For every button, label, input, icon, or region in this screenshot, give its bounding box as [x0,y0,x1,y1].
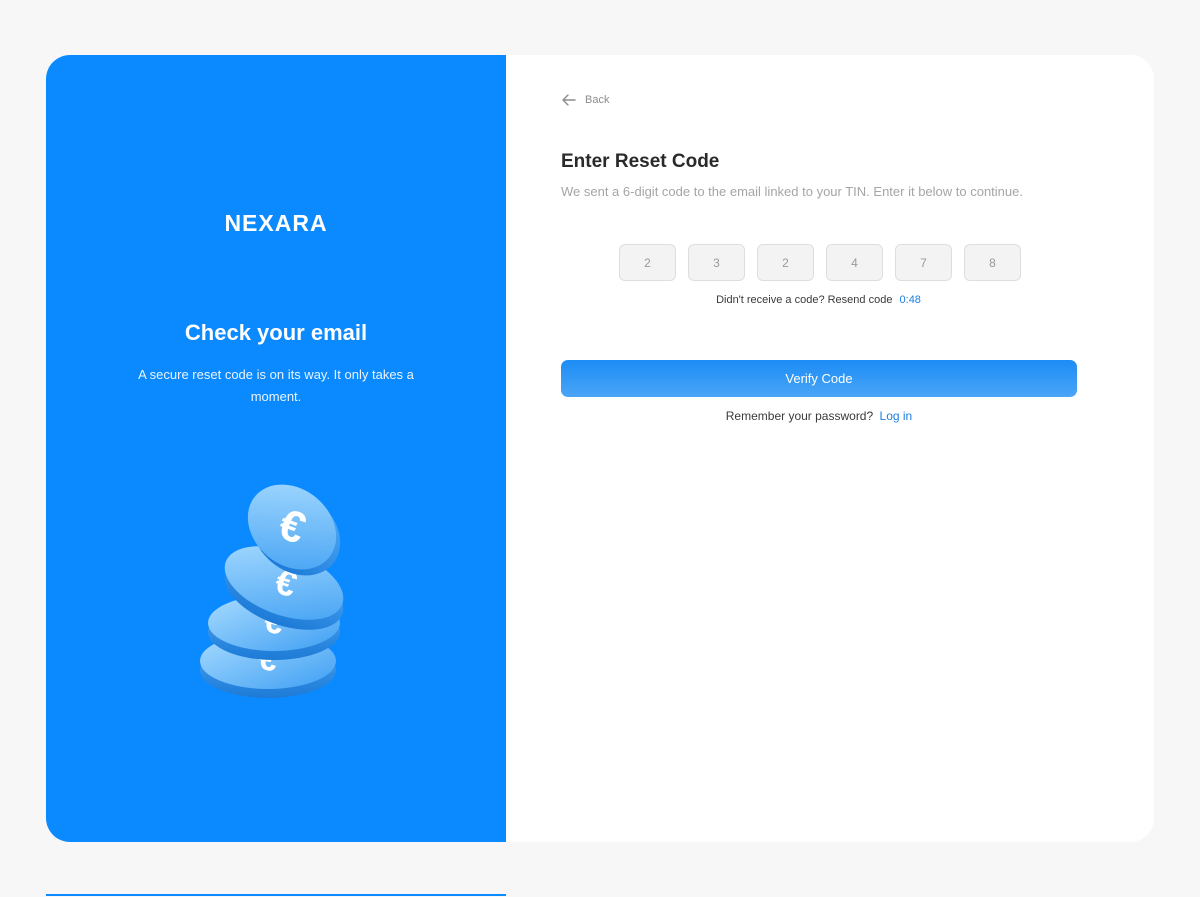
reset-code-card: NEXARA Check your email A secure reset c… [46,55,1154,842]
arrow-left-icon [562,94,576,106]
back-button[interactable]: Back [561,92,609,108]
left-panel: NEXARA Check your email A secure reset c… [46,55,506,842]
left-panel-title: Check your email [184,320,368,345]
code-input-row: 2 3 2 4 7 8 [619,244,1021,281]
resend-row: Didn't receive a code? Resend code 0:48 [506,294,1131,306]
page-subtitle: We sent a 6-digit code to the email link… [561,184,1023,199]
brand-logo: NEXARA [224,210,328,236]
code-digit-5[interactable]: 7 [895,244,952,281]
code-digit-4[interactable]: 4 [826,244,883,281]
resend-code-link[interactable]: Didn't receive a code? Resend code [716,294,892,306]
left-panel-subtitle: A secure reset code is on its way. It on… [138,367,414,404]
verify-code-button[interactable]: Verify Code [561,360,1077,397]
login-link[interactable]: Log in [880,409,913,423]
page-title: Enter Reset Code [561,151,720,172]
code-digit-3[interactable]: 2 [757,244,814,281]
code-digit-6[interactable]: 8 [964,244,1021,281]
right-panel: Back Enter Reset Code We sent a 6-digit … [506,55,1154,842]
back-label: Back [585,94,610,106]
code-digit-2[interactable]: 3 [688,244,745,281]
resend-timer: 0:48 [899,294,921,306]
bottom-accent-line [46,894,506,896]
euro-coins-illustration: € € € € [200,484,344,698]
remember-password-row: Remember your password? Log in [561,409,1077,423]
remember-password-text: Remember your password? [725,409,874,423]
code-digit-1[interactable]: 2 [619,244,676,281]
